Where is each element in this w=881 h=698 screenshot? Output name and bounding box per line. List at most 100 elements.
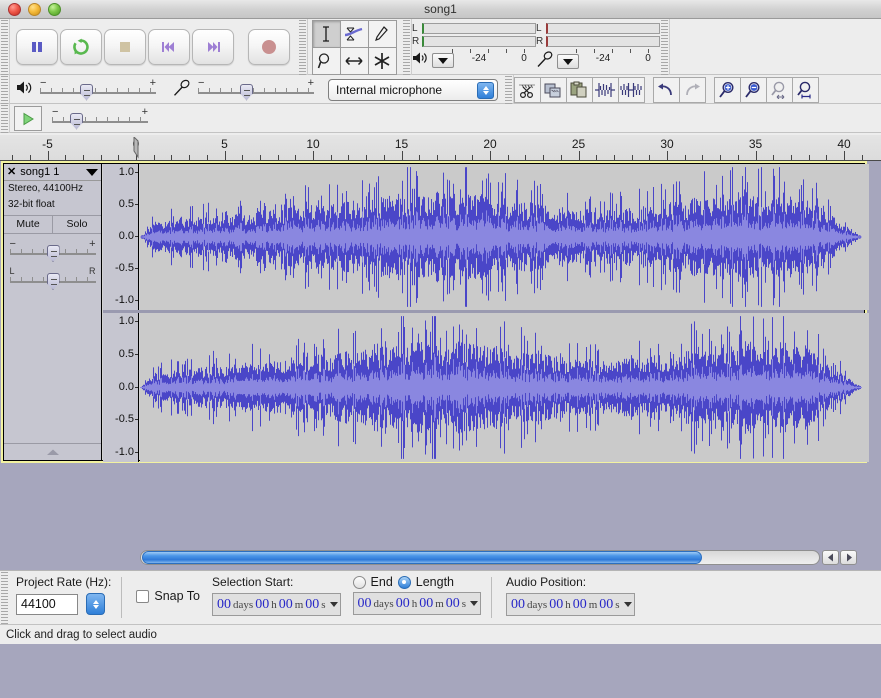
input-volume-slider[interactable]: − + bbox=[196, 77, 316, 103]
output-volume-slider[interactable]: − + bbox=[38, 77, 158, 103]
playback-meter[interactable]: L R -24 0 bbox=[412, 19, 536, 69]
mixer-toolbar-grip[interactable] bbox=[0, 75, 10, 104]
undo-button[interactable] bbox=[652, 76, 680, 103]
multi-tool[interactable] bbox=[367, 46, 397, 75]
length-radio[interactable] bbox=[397, 575, 411, 589]
silence-button[interactable] bbox=[617, 76, 645, 103]
paste-button[interactable] bbox=[565, 76, 593, 103]
skip-to-end-button[interactable] bbox=[192, 29, 234, 65]
title-bar: song1 bbox=[0, 0, 881, 19]
fit-selection-button[interactable] bbox=[765, 76, 793, 103]
zoom-tool[interactable] bbox=[311, 46, 341, 75]
solo-button[interactable]: Solo bbox=[53, 216, 101, 233]
skip-to-start-button[interactable] bbox=[148, 29, 190, 65]
track-collapse-button[interactable] bbox=[4, 443, 101, 460]
ruler-minor-tick bbox=[543, 155, 545, 160]
zoom-out-button[interactable] bbox=[739, 76, 767, 103]
tools-toolbar bbox=[311, 19, 397, 75]
horizontal-scrollbar[interactable] bbox=[0, 545, 881, 570]
meter-toolbar-grip-end[interactable] bbox=[660, 19, 670, 75]
draw-tool[interactable] bbox=[367, 19, 397, 48]
snap-to-checkbox[interactable] bbox=[136, 589, 150, 603]
timeline-ruler[interactable]: -50510152025303540 bbox=[0, 135, 881, 161]
track-pan-thumb[interactable] bbox=[46, 273, 60, 290]
play-button[interactable] bbox=[60, 29, 102, 65]
zoom-in-button[interactable] bbox=[713, 76, 741, 103]
device-select[interactable]: Internal microphone bbox=[328, 78, 498, 101]
end-radio[interactable] bbox=[352, 575, 366, 589]
edit-toolbar-grip[interactable] bbox=[504, 75, 514, 104]
track-gain-thumb[interactable] bbox=[46, 245, 60, 262]
playback-meter-menu-button[interactable] bbox=[432, 53, 454, 68]
input-volume-thumb[interactable] bbox=[240, 83, 253, 101]
track-pan-slider[interactable]: L R bbox=[8, 266, 98, 292]
track-gain-slider[interactable]: − + bbox=[8, 238, 98, 264]
envelope-tool[interactable] bbox=[339, 19, 369, 48]
scrollbar-track[interactable] bbox=[140, 550, 820, 565]
ruler-minor-tick bbox=[189, 155, 191, 160]
chevron-down-icon[interactable] bbox=[470, 601, 479, 606]
pause-button[interactable] bbox=[16, 29, 58, 65]
close-icon[interactable]: ✕ bbox=[7, 166, 16, 178]
ruler-major-tick bbox=[667, 151, 668, 160]
selection-start-group: Selection Start: 00 days 00 h 00 m 00 s bbox=[206, 571, 341, 624]
ruler-minor-tick bbox=[631, 155, 633, 160]
recording-meter[interactable]: L R -24 0 bbox=[536, 19, 660, 69]
selection-length-group: End Length 00 days 00 h 00 m 00 s bbox=[347, 571, 482, 624]
playspeed-toolbar-grip[interactable] bbox=[0, 104, 10, 133]
project-rate-stepper[interactable] bbox=[86, 593, 106, 615]
ruler-minor-tick bbox=[330, 155, 332, 160]
ruler-major-tick bbox=[755, 151, 757, 160]
scroll-right-button[interactable] bbox=[840, 550, 857, 565]
selection-toolbar-grip[interactable] bbox=[0, 571, 10, 624]
chevron-down-icon[interactable] bbox=[329, 602, 338, 607]
fit-project-button[interactable] bbox=[791, 76, 819, 103]
ruler-label: 35 bbox=[748, 137, 763, 151]
tools-toolbar-grip[interactable] bbox=[298, 19, 308, 75]
copy-button[interactable] bbox=[539, 76, 567, 103]
audio-position-field[interactable]: 00 days 00 h 00 m 00 s bbox=[506, 593, 635, 616]
ruler-minor-tick bbox=[29, 155, 31, 160]
ruler-minor-tick bbox=[472, 155, 474, 160]
record-button[interactable] bbox=[248, 29, 290, 65]
recording-meter-menu-button[interactable] bbox=[557, 54, 579, 69]
transport-toolbar-grip[interactable] bbox=[0, 19, 10, 75]
toolbar-row-1: L R -24 0 L R -24 0 bbox=[0, 19, 881, 75]
vertical-ruler-tick bbox=[135, 321, 138, 322]
selection-length-field[interactable]: 00 days 00 h 00 m 00 s bbox=[352, 592, 482, 615]
chevron-down-icon[interactable] bbox=[86, 168, 98, 176]
vertical-ruler-label: -0.5 bbox=[115, 262, 134, 274]
scrollbar-thumb[interactable] bbox=[142, 551, 702, 564]
ruler-minor-tick bbox=[826, 155, 828, 160]
selection-start-field[interactable]: 00 days 00 h 00 m 00 s bbox=[212, 593, 341, 616]
playhead-marker[interactable] bbox=[133, 135, 142, 159]
redo-button[interactable] bbox=[678, 76, 706, 103]
chevron-down-icon[interactable] bbox=[623, 602, 632, 607]
stop-button[interactable] bbox=[104, 29, 146, 65]
days-value: 00 bbox=[511, 596, 526, 612]
play-speed-slider[interactable]: − + bbox=[50, 106, 150, 132]
ruler-minor-tick bbox=[82, 155, 84, 160]
waveform-right-channel[interactable] bbox=[140, 313, 869, 462]
status-message: Click and drag to select audio bbox=[6, 628, 157, 641]
meter-scale-label: 0 bbox=[521, 53, 527, 64]
mute-button[interactable]: Mute bbox=[4, 216, 53, 233]
ruler-minor-tick bbox=[596, 155, 598, 160]
waveform-left-channel[interactable] bbox=[140, 164, 869, 310]
trim-button[interactable] bbox=[591, 76, 619, 103]
project-rate-input[interactable]: 44100 bbox=[16, 593, 78, 615]
selection-tool[interactable] bbox=[311, 19, 341, 48]
timeshift-tool[interactable] bbox=[339, 46, 369, 75]
meter-toolbar-grip[interactable] bbox=[402, 19, 412, 75]
seconds-value: 00 bbox=[599, 596, 614, 612]
ruler-minor-tick bbox=[419, 155, 421, 160]
vertical-ruler-left: 1.0 0.5 0.0 -0.5 -1.0 bbox=[103, 164, 139, 310]
cut-button[interactable] bbox=[513, 76, 541, 103]
ruler-minor-tick bbox=[65, 155, 67, 160]
play-speed-thumb[interactable] bbox=[70, 112, 83, 130]
scroll-left-button[interactable] bbox=[822, 550, 839, 565]
output-volume-thumb[interactable] bbox=[80, 83, 93, 101]
play-at-speed-button[interactable] bbox=[14, 106, 42, 131]
meter-bar-left bbox=[422, 23, 536, 34]
device-select-arrows[interactable] bbox=[477, 81, 494, 99]
